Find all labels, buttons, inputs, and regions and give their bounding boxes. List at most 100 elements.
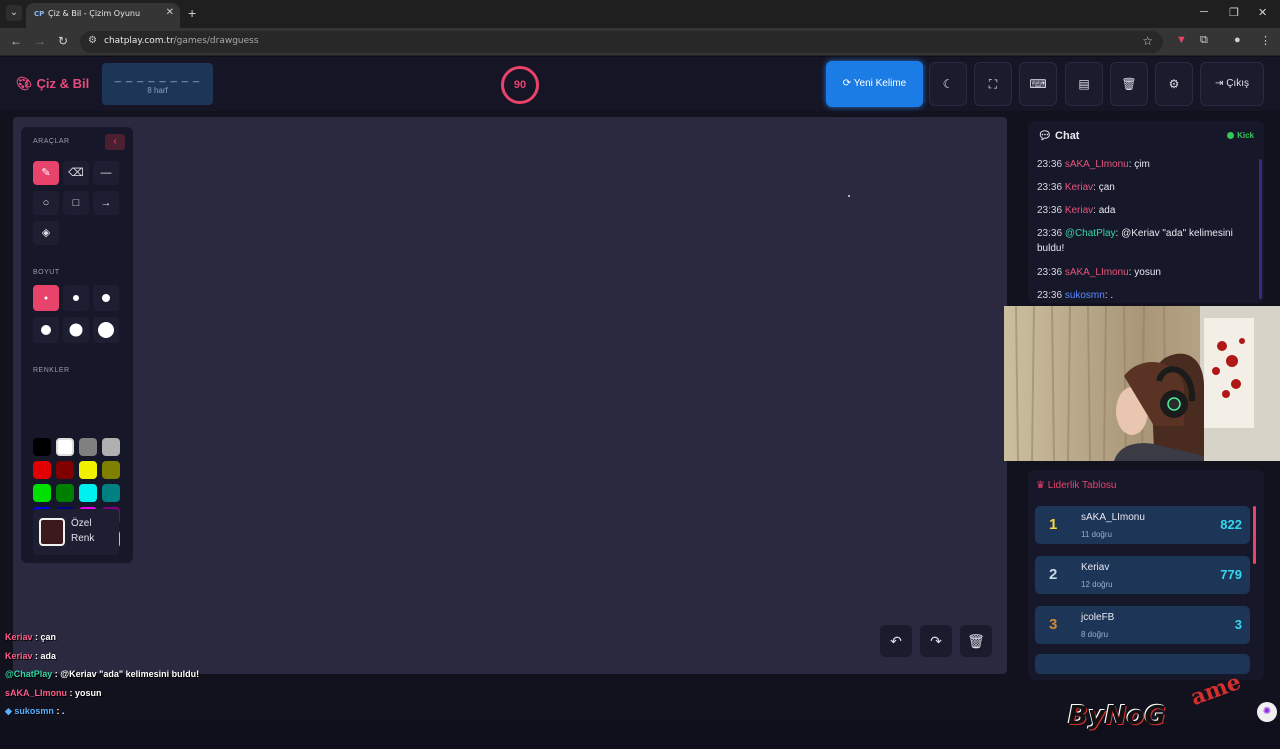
chat-scrollbar[interactable]	[1259, 159, 1262, 299]
size-option-6[interactable]	[93, 317, 119, 343]
brain-icon[interactable]: ✺	[1257, 702, 1277, 722]
trash-icon: 🗑︎	[967, 633, 985, 649]
size-dot	[69, 323, 83, 337]
color-swatch[interactable]	[33, 461, 51, 479]
circle-tool[interactable]: ○	[33, 191, 59, 215]
color-swatch[interactable]	[33, 484, 51, 502]
size-title: BOYUT	[33, 269, 60, 276]
close-window-icon[interactable]: ✕	[1258, 6, 1267, 19]
minimize-icon[interactable]: ─	[1200, 6, 1208, 18]
size-option-5[interactable]	[63, 317, 89, 343]
leaderboard-scrollbar[interactable]	[1253, 506, 1256, 564]
drawing-canvas[interactable]	[13, 117, 1007, 674]
color-swatch[interactable]	[102, 438, 120, 456]
expand-icon: ⛶	[988, 77, 998, 91]
overlay-text: : yosun	[67, 687, 102, 698]
overlay-username: sAKA_LImonu	[5, 687, 68, 698]
color-swatch[interactable]	[33, 438, 51, 456]
chat-username[interactable]: Keriav	[1065, 182, 1093, 193]
colors-title: RENKLER	[33, 367, 70, 374]
settings-button[interactable]: ⚙	[1155, 62, 1193, 106]
chat-username[interactable]: sAKA_LImonu	[1065, 267, 1129, 278]
browser-menu-icon[interactable]: ⋮	[1260, 34, 1271, 47]
chat-username[interactable]: @ChatPlay	[1065, 228, 1116, 239]
chat-username[interactable]: Keriav	[1065, 205, 1093, 216]
back-icon[interactable]: ←	[10, 34, 22, 48]
rank-number: 3	[1049, 616, 1058, 633]
chat-time: 23:36	[1037, 267, 1065, 278]
custom-color-button[interactable]: Özel Renk	[33, 509, 119, 555]
undo-button[interactable]: ↶	[880, 625, 912, 657]
streamer-logo: ByNoG ame	[1040, 669, 1280, 749]
browser-toolbar: ← → ↻ ⚙ chatplay.com.tr/games/drawguess …	[0, 28, 1280, 56]
chat-text: : ada	[1093, 205, 1116, 216]
chat-username[interactable]: sAKA_LImonu	[1065, 159, 1129, 170]
delete-button[interactable]: 🗑︎	[1110, 62, 1148, 106]
clear-canvas-button[interactable]: 🗑︎	[960, 625, 992, 657]
color-swatch[interactable]	[102, 484, 120, 502]
exit-button[interactable]: ⇥ Çıkış	[1200, 62, 1264, 106]
profile-avatar-icon[interactable]: ●	[1234, 34, 1241, 46]
size-dot	[73, 295, 79, 301]
chat-message: 23:36 sAKA_LImonu: çim	[1037, 157, 1259, 172]
color-swatch[interactable]	[79, 484, 97, 502]
eraser-tool[interactable]: ⌫	[63, 161, 89, 185]
restore-icon[interactable]: ❐	[1229, 6, 1239, 19]
leaderboard-row: 2 Keriav 12 doğru 779	[1035, 556, 1250, 594]
chat-text: : çim	[1128, 159, 1150, 170]
tab-close-icon[interactable]: ✕	[166, 7, 174, 18]
tab-search-icon[interactable]: ⌄	[6, 5, 22, 21]
tool-panel: ARAÇLAR ‹ ✎ ⌫ — ○ □ → ◈ BOYUT RENKLER ✓ …	[21, 127, 133, 563]
color-swatch[interactable]	[79, 461, 97, 479]
size-option-4[interactable]	[33, 317, 59, 343]
browser-tab[interactable]: CP Çiz & Bil - Çizim Oyunu ✕	[26, 3, 180, 28]
extensions-puzzle-icon[interactable]: ⧉	[1200, 34, 1208, 47]
new-word-button[interactable]: ⟳ Yeni Kelime	[826, 61, 923, 107]
bookmark-star-icon[interactable]: ☆	[1142, 34, 1153, 48]
site-info-icon[interactable]: ⚙	[88, 35, 97, 46]
color-swatch[interactable]	[56, 438, 74, 456]
brush-tool[interactable]: ✎	[33, 161, 59, 185]
size-dot	[98, 322, 114, 338]
chat-username[interactable]: sukosmn	[1065, 290, 1105, 301]
overlay-username: Keriav	[5, 632, 33, 642]
brush-icon: ✎	[41, 167, 51, 179]
collapse-panel-button[interactable]: ‹	[105, 134, 125, 150]
forward-icon[interactable]: →	[34, 34, 46, 48]
circle-icon: ○	[42, 197, 50, 209]
canvas-stroke	[848, 195, 850, 197]
eraser-icon: ⌫	[68, 167, 84, 179]
redo-button[interactable]: ↷	[920, 625, 952, 657]
sign-out-icon: ⇥	[1215, 78, 1227, 89]
app-logo: 🎨︎ Çiz & Bil	[16, 76, 90, 91]
color-swatch[interactable]	[56, 484, 74, 502]
fullscreen-button[interactable]: ⛶	[974, 62, 1012, 106]
custom-color-label: Özel Renk	[71, 518, 95, 544]
reload-icon[interactable]: ↻	[58, 34, 68, 48]
address-bar[interactable]: ⚙ chatplay.com.tr/games/drawguess ☆	[80, 31, 1163, 53]
size-option-1[interactable]	[33, 285, 59, 311]
dark-mode-button[interactable]: ☾	[929, 62, 967, 106]
color-swatch[interactable]	[79, 438, 97, 456]
logo-text-accent: ame	[1187, 668, 1245, 712]
extension-icon[interactable]: ▼	[1176, 34, 1187, 46]
archive-button[interactable]: ▤	[1065, 62, 1103, 106]
new-tab-icon[interactable]: +	[188, 5, 196, 21]
logo-text-main: ByNoG	[1068, 701, 1166, 731]
tools-title: ARAÇLAR	[33, 138, 70, 145]
rectangle-tool[interactable]: □	[63, 191, 89, 215]
player-score: 779	[1220, 567, 1242, 582]
line-tool[interactable]: —	[93, 161, 119, 185]
size-dot	[102, 294, 110, 302]
platform-status: Kick	[1227, 131, 1254, 140]
arrow-tool[interactable]: →	[93, 191, 119, 215]
size-option-2[interactable]	[63, 285, 89, 311]
archive-icon: ▤	[1078, 77, 1090, 91]
url-text: chatplay.com.tr/games/drawguess	[104, 36, 259, 46]
color-swatch[interactable]	[102, 461, 120, 479]
keyboard-button[interactable]: ⌨	[1019, 62, 1057, 106]
color-swatch[interactable]	[56, 461, 74, 479]
fill-tool[interactable]: ◈	[33, 221, 59, 245]
leaderboard-title: ♛ Liderlik Tablosu	[1036, 480, 1117, 491]
size-option-3[interactable]	[93, 285, 119, 311]
